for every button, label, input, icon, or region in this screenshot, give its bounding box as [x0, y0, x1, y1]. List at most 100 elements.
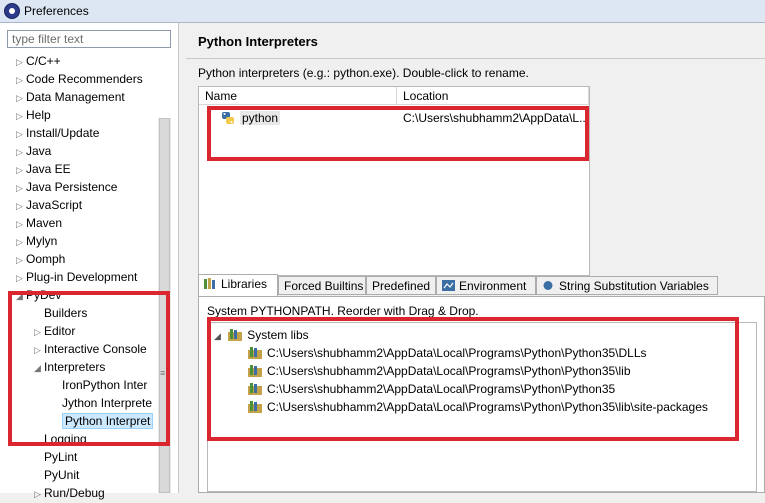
- window-title: Preferences: [24, 4, 89, 18]
- library-folder-icon: [228, 329, 243, 341]
- tree-item[interactable]: ▷ Java: [16, 142, 51, 160]
- tree-item[interactable]: Python Interpret: [52, 412, 154, 430]
- library-folder-icon: [248, 347, 262, 359]
- collapse-arrow-icon[interactable]: ◢: [214, 331, 221, 341]
- tree-item-label: Interpreters: [44, 360, 106, 374]
- tree-item[interactable]: ▷ Run/Debug: [34, 484, 105, 502]
- tree-item[interactable]: ▷ Oomph: [16, 250, 65, 268]
- expand-arrow-icon[interactable]: ▷: [16, 125, 26, 143]
- column-header-name[interactable]: Name: [199, 87, 397, 105]
- tab-environment[interactable]: Environment: [436, 276, 536, 295]
- expand-arrow-icon[interactable]: ◢: [34, 359, 44, 377]
- expand-arrow-icon[interactable]: ▷: [16, 107, 26, 125]
- scroll-grip-icon: ≡: [160, 368, 166, 378]
- tree-item-label: PyLint: [44, 450, 78, 464]
- tree-item-label: Install/Update: [26, 126, 100, 140]
- tree-item[interactable]: ◢ PyDev: [16, 286, 61, 304]
- tree-item-label: PyDev: [26, 288, 62, 302]
- tree-item-label: Interactive Console: [44, 342, 147, 356]
- preference-page: Python Interpreters Python interpreters …: [186, 23, 765, 493]
- tree-item[interactable]: ▷ Install/Update: [16, 124, 99, 142]
- tree-item[interactable]: PyUnit: [34, 466, 79, 484]
- page-description: Python interpreters (e.g.: python.exe). …: [198, 66, 529, 80]
- tree-item-label: Java EE: [26, 162, 71, 176]
- expand-arrow-icon[interactable]: ▷: [16, 197, 26, 215]
- tree-item[interactable]: ▷ Mylyn: [16, 232, 57, 250]
- tab-predefined[interactable]: Predefined: [366, 276, 436, 295]
- tree-item-label: Code Recommenders: [26, 72, 143, 86]
- interpreters-table: Name Location python C:\Users\shubhamm2\…: [198, 86, 590, 276]
- tree-item[interactable]: ▷ Maven: [16, 214, 62, 232]
- libraries-tree: ◢ System libs C:\Users\shubhamm2\AppData…: [207, 322, 757, 492]
- libraries-tab-panel: System PYTHONPATH. Reorder with Drag & D…: [198, 296, 765, 493]
- tree-item[interactable]: ▷ C/C++: [16, 52, 61, 70]
- expand-arrow-icon[interactable]: ▷: [16, 143, 26, 161]
- expand-arrow-icon[interactable]: ▷: [16, 251, 26, 269]
- tree-item-label: Builders: [44, 306, 88, 320]
- tree-item-label: Java Persistence: [26, 180, 118, 194]
- library-path-item[interactable]: C:\Users\shubhamm2\AppData\Local\Program…: [248, 398, 708, 416]
- expand-arrow-icon[interactable]: ▷: [34, 341, 44, 359]
- tree-item-label: Data Management: [26, 90, 125, 104]
- tree-item-label: C/C++: [26, 54, 61, 68]
- library-path-label: C:\Users\shubhamm2\AppData\Local\Program…: [267, 400, 708, 414]
- tree-item[interactable]: Jython Interprete: [52, 394, 152, 412]
- interpreter-location: C:\Users\shubhamm2\AppData\L...: [403, 111, 590, 125]
- tab-bar: Libraries Forced Builtins Predefined Env…: [198, 274, 765, 296]
- library-path-item[interactable]: C:\Users\shubhamm2\AppData\Local\Program…: [248, 362, 631, 380]
- system-libs-node[interactable]: ◢ System libs: [214, 326, 309, 344]
- tree-item[interactable]: ▷ Plug-in Development: [16, 268, 137, 286]
- tree-item[interactable]: ▷ Editor: [34, 322, 75, 340]
- eclipse-icon: [4, 3, 20, 19]
- expand-arrow-icon[interactable]: ▷: [16, 179, 26, 197]
- tab-libraries[interactable]: Libraries: [198, 274, 278, 296]
- library-path-item[interactable]: C:\Users\shubhamm2\AppData\Local\Program…: [248, 380, 615, 398]
- tree-item-label: IronPython Inter: [62, 378, 148, 392]
- libraries-icon: [204, 278, 215, 289]
- table-row[interactable]: python: [221, 109, 281, 127]
- tree-item[interactable]: ▷ Code Recommenders: [16, 70, 143, 88]
- tree-item[interactable]: ▷ Data Management: [16, 88, 125, 106]
- tree-item-label: JavaScript: [26, 198, 83, 212]
- tree-item[interactable]: ◢ Interpreters: [34, 358, 105, 376]
- tree-item-label: Editor: [44, 324, 76, 338]
- tree-item[interactable]: ▷ Java EE: [16, 160, 71, 178]
- preferences-tree-panel: ▷C/C++▷Code Recommenders▷Data Management…: [0, 23, 179, 500]
- expand-arrow-icon[interactable]: ▷: [16, 269, 26, 287]
- library-path-label: C:\Users\shubhamm2\AppData\Local\Program…: [267, 346, 647, 360]
- expand-arrow-icon[interactable]: ▷: [16, 215, 26, 233]
- libraries-hint: System PYTHONPATH. Reorder with Drag & D…: [207, 304, 479, 318]
- tree-item[interactable]: Logging: [34, 430, 87, 448]
- tree-item[interactable]: ▷ Help: [16, 106, 51, 124]
- expand-arrow-icon[interactable]: ▷: [16, 233, 26, 251]
- expand-arrow-icon[interactable]: ▷: [16, 71, 26, 89]
- filter-input[interactable]: [7, 30, 171, 48]
- tree-scrollbar[interactable]: ≡: [158, 118, 171, 493]
- expand-arrow-icon[interactable]: ▷: [34, 485, 44, 503]
- variables-icon: [543, 281, 553, 290]
- tree-item[interactable]: ▷ Java Persistence: [16, 178, 117, 196]
- tab-string-substitution-variables[interactable]: String Substitution Variables: [536, 276, 718, 295]
- expand-arrow-icon[interactable]: ◢: [16, 287, 26, 305]
- tab-forced-builtins[interactable]: Forced Builtins: [278, 276, 366, 295]
- column-header-location[interactable]: Location: [397, 87, 589, 105]
- expand-arrow-icon[interactable]: ▷: [16, 89, 26, 107]
- tree-item[interactable]: Builders: [34, 304, 87, 322]
- python-icon: [222, 112, 234, 124]
- tree-item-label: Oomph: [26, 252, 66, 266]
- scrollbar-thumb[interactable]: [159, 118, 170, 493]
- tree-item[interactable]: ▷ Interactive Console: [34, 340, 147, 358]
- expand-arrow-icon[interactable]: ▷: [34, 323, 44, 341]
- tree-item-label: Java: [26, 144, 52, 158]
- library-path-item[interactable]: C:\Users\shubhamm2\AppData\Local\Program…: [248, 344, 647, 362]
- expand-arrow-icon[interactable]: ▷: [16, 161, 26, 179]
- tree-item[interactable]: IronPython Inter: [52, 376, 147, 394]
- library-path-label: C:\Users\shubhamm2\AppData\Local\Program…: [267, 364, 631, 378]
- tree-item[interactable]: PyLint: [34, 448, 77, 466]
- expand-arrow-icon[interactable]: ▷: [16, 53, 26, 71]
- page-title: Python Interpreters: [198, 34, 318, 49]
- library-folder-icon: [248, 383, 262, 395]
- tree-item-label: Help: [26, 108, 51, 122]
- tree-item[interactable]: ▷ JavaScript: [16, 196, 82, 214]
- tree-item-label: Mylyn: [26, 234, 58, 248]
